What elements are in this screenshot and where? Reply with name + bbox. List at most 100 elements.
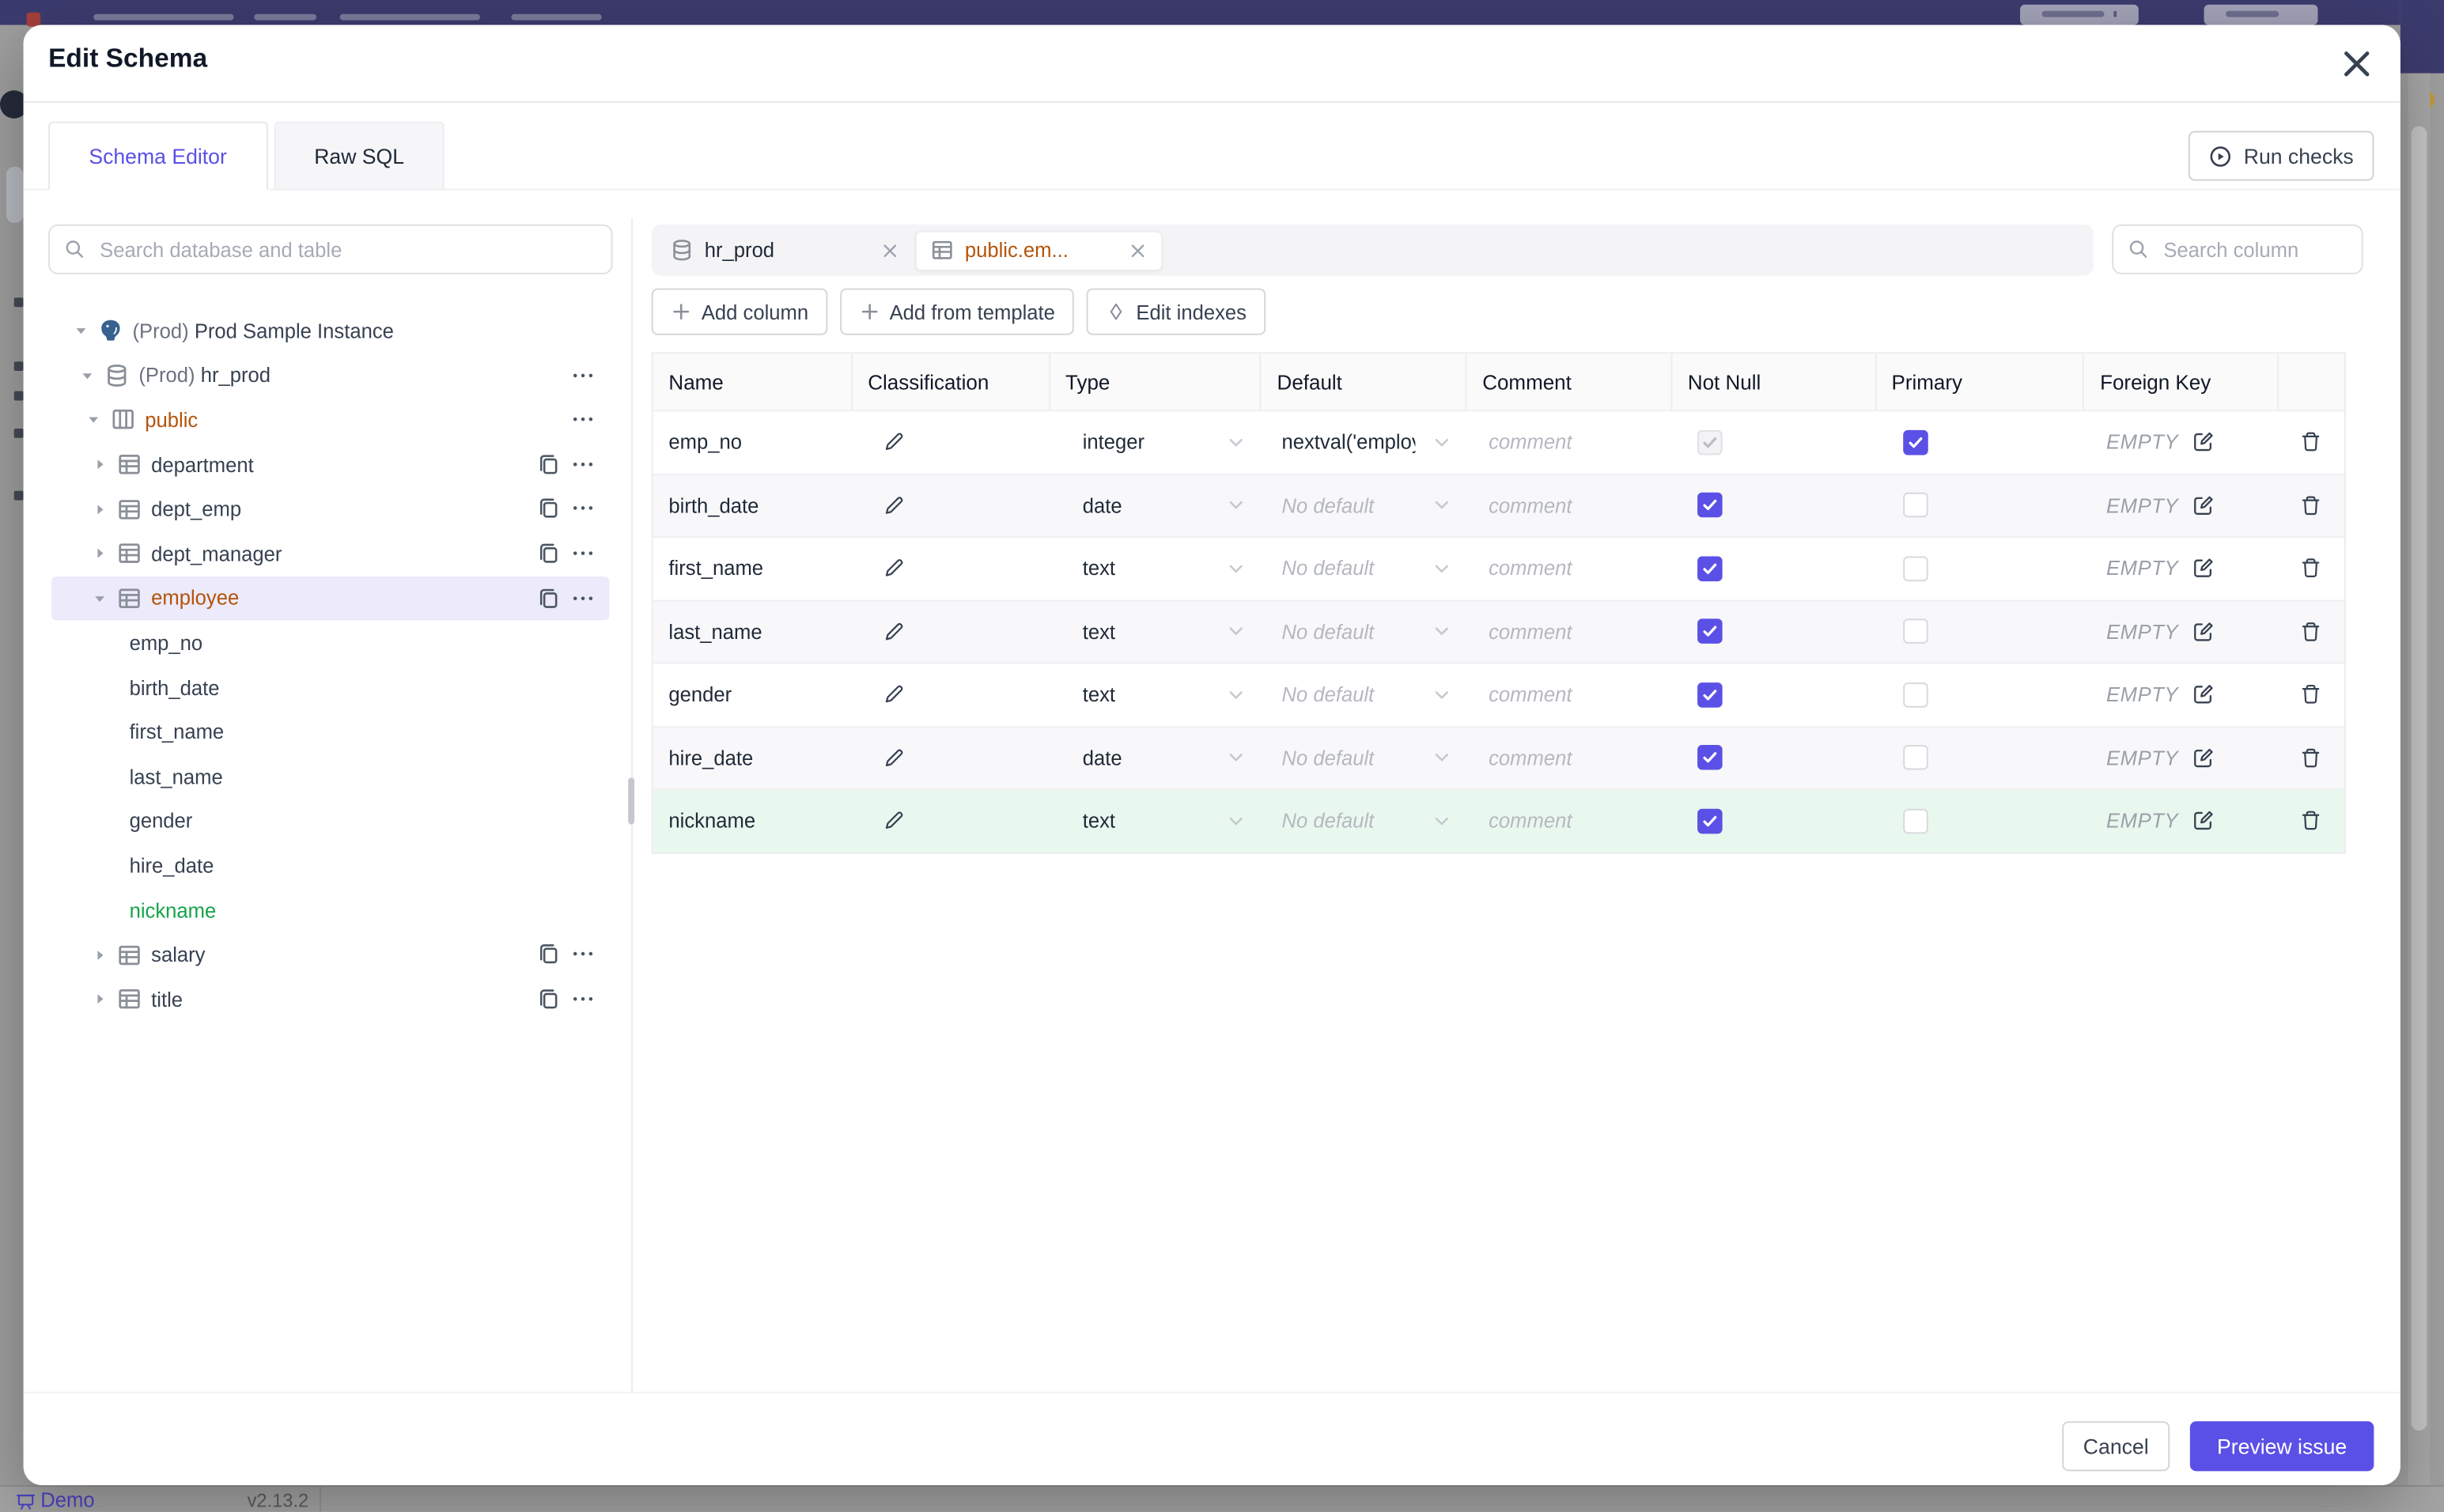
caret-right-icon[interactable] — [90, 455, 109, 474]
caret-right-icon[interactable] — [90, 990, 109, 1009]
cell-comment-input[interactable]: comment — [1466, 538, 1671, 599]
tree-item-employee[interactable]: employee — [51, 576, 610, 621]
primary-checkbox[interactable] — [1902, 808, 1928, 833]
edit-indexes-button[interactable]: Edit indexes — [1086, 288, 1266, 335]
chevron-down-icon[interactable] — [1226, 810, 1248, 832]
cell-type-select[interactable]: date — [1048, 727, 1260, 788]
edit-foreign-key-icon[interactable] — [2191, 683, 2215, 707]
classification-edit-icon[interactable] — [882, 809, 906, 833]
caret-down-icon[interactable] — [78, 366, 97, 385]
edit-foreign-key-icon[interactable] — [2191, 557, 2215, 580]
tree-item-prod-sample-instance[interactable]: (Prod) Prod Sample Instance — [51, 308, 610, 353]
tree-item-department[interactable]: department — [51, 442, 610, 486]
not-null-checkbox[interactable] — [1697, 808, 1723, 833]
cell-default-select[interactable]: nextval('employ — [1260, 411, 1466, 473]
cell-default-select[interactable]: No default — [1260, 790, 1466, 852]
chevron-down-icon[interactable] — [1431, 431, 1453, 453]
more-menu-icon[interactable] — [570, 986, 596, 1011]
cell-name[interactable]: emp_no — [653, 411, 851, 473]
tree-item-nickname[interactable]: nickname — [51, 888, 610, 932]
cell-default-select[interactable]: No default — [1260, 538, 1466, 599]
chevron-down-icon[interactable] — [1431, 684, 1453, 706]
cell-default-select[interactable]: No default — [1260, 474, 1466, 536]
cell-name[interactable]: birth_date — [653, 474, 851, 536]
primary-checkbox[interactable] — [1902, 618, 1928, 644]
primary-checkbox[interactable] — [1902, 493, 1928, 518]
cell-comment-input[interactable]: comment — [1466, 727, 1671, 788]
caret-down-icon[interactable] — [84, 410, 103, 429]
add-from-template-button[interactable]: Add from template — [839, 288, 1074, 335]
cell-name[interactable]: nickname — [653, 790, 851, 852]
classification-edit-icon[interactable] — [882, 557, 906, 580]
tab-raw-sql[interactable]: Raw SQL — [273, 121, 445, 191]
copy-icon[interactable] — [536, 452, 562, 477]
copy-icon[interactable] — [536, 585, 562, 610]
cell-type-select[interactable]: integer — [1048, 411, 1260, 473]
cell-default-select[interactable]: No default — [1260, 601, 1466, 663]
cell-comment-input[interactable]: comment — [1466, 790, 1671, 852]
chevron-down-icon[interactable] — [1226, 621, 1248, 643]
more-menu-icon[interactable] — [570, 362, 596, 387]
classification-edit-icon[interactable] — [882, 430, 906, 454]
delete-column-icon[interactable] — [2299, 683, 2323, 707]
cell-comment-input[interactable]: comment — [1466, 411, 1671, 473]
tree-item-gender[interactable]: gender — [51, 799, 610, 843]
tree-item-salary[interactable]: salary — [51, 932, 610, 977]
chevron-down-icon[interactable] — [1226, 431, 1248, 453]
caret-right-icon[interactable] — [90, 544, 109, 563]
chevron-down-icon[interactable] — [1431, 810, 1453, 832]
chevron-down-icon[interactable] — [1431, 621, 1453, 643]
primary-checkbox[interactable] — [1902, 429, 1928, 455]
tree-item-title[interactable]: title — [51, 977, 610, 1021]
classification-edit-icon[interactable] — [882, 620, 906, 644]
delete-column-icon[interactable] — [2299, 809, 2323, 833]
cell-default-select[interactable]: No default — [1260, 727, 1466, 788]
copy-icon[interactable] — [536, 541, 562, 566]
chevron-down-icon[interactable] — [1431, 558, 1453, 580]
edit-foreign-key-icon[interactable] — [2191, 430, 2215, 454]
cell-comment-input[interactable]: comment — [1466, 601, 1671, 663]
cell-type-select[interactable]: text — [1048, 790, 1260, 852]
more-menu-icon[interactable] — [570, 452, 596, 477]
column-search-input[interactable] — [2160, 236, 2348, 263]
tab-chip-public-em---[interactable]: public.em... — [914, 229, 1163, 270]
not-null-checkbox[interactable] — [1697, 493, 1723, 518]
cell-type-select[interactable]: text — [1048, 664, 1260, 726]
run-checks-button[interactable]: Run checks — [2189, 130, 2374, 181]
copy-icon[interactable] — [536, 496, 562, 521]
tree-item-hr_prod[interactable]: (Prod) hr_prod — [51, 353, 610, 398]
tree-item-first_name[interactable]: first_name — [51, 709, 610, 754]
primary-checkbox[interactable] — [1902, 745, 1928, 771]
cell-name[interactable]: first_name — [653, 538, 851, 599]
tree-item-dept_emp[interactable]: dept_emp — [51, 487, 610, 531]
caret-down-icon[interactable] — [90, 589, 109, 608]
cell-type-select[interactable]: text — [1048, 538, 1260, 599]
not-null-checkbox[interactable] — [1697, 618, 1723, 644]
tree-item-last_name[interactable]: last_name — [51, 754, 610, 799]
tree-item-dept_manager[interactable]: dept_manager — [51, 531, 610, 576]
cell-name[interactable]: hire_date — [653, 727, 851, 788]
edit-foreign-key-icon[interactable] — [2191, 809, 2215, 833]
more-menu-icon[interactable] — [570, 407, 596, 433]
cell-type-select[interactable]: date — [1048, 474, 1260, 536]
delete-column-icon[interactable] — [2299, 746, 2323, 769]
cell-name[interactable]: gender — [653, 664, 851, 726]
edit-foreign-key-icon[interactable] — [2191, 493, 2215, 517]
copy-icon[interactable] — [536, 942, 562, 967]
cancel-button[interactable]: Cancel — [2062, 1421, 2170, 1472]
tree-item-emp_no[interactable]: emp_no — [51, 621, 610, 665]
tab-chip-hr_prod[interactable]: hr_prod — [670, 225, 904, 276]
primary-checkbox[interactable] — [1902, 556, 1928, 581]
copy-icon[interactable] — [536, 986, 562, 1011]
not-null-checkbox[interactable] — [1697, 682, 1723, 708]
chevron-down-icon[interactable] — [1431, 494, 1453, 516]
not-null-checkbox[interactable] — [1697, 745, 1723, 771]
tree-item-hire_date[interactable]: hire_date — [51, 843, 610, 887]
chevron-down-icon[interactable] — [1226, 558, 1248, 580]
cell-comment-input[interactable]: comment — [1466, 664, 1671, 726]
close-icon[interactable] — [2338, 45, 2375, 82]
preview-issue-button[interactable]: Preview issue — [2189, 1421, 2374, 1472]
tree-item-birth_date[interactable]: birth_date — [51, 665, 610, 709]
delete-column-icon[interactable] — [2299, 557, 2323, 580]
primary-checkbox[interactable] — [1902, 682, 1928, 708]
